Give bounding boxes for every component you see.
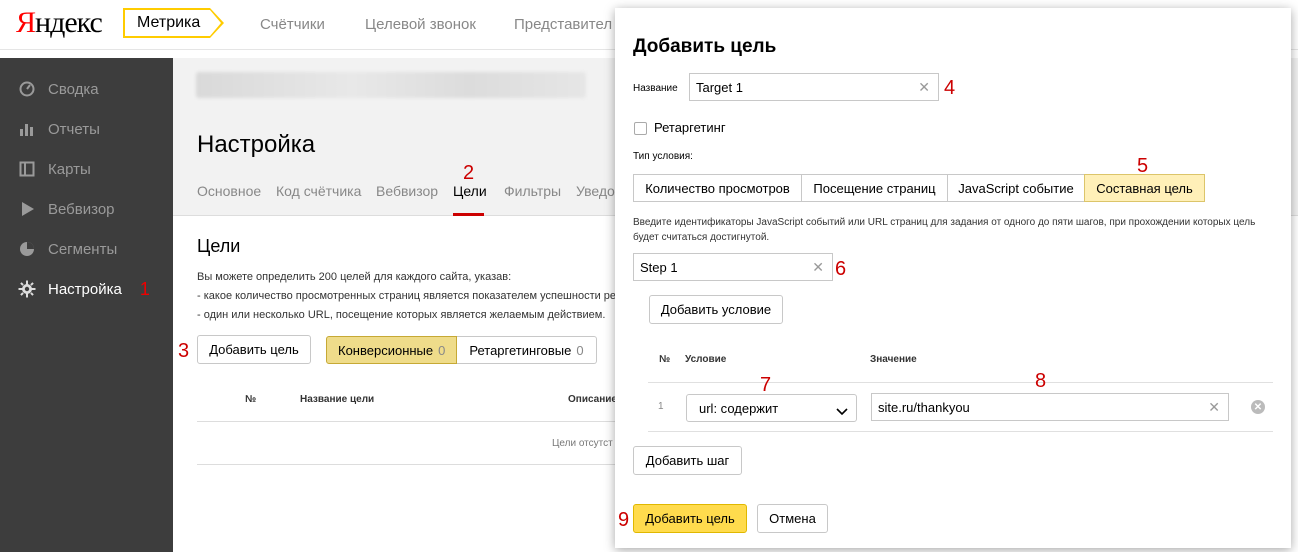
metrika-product-badge[interactable]: Метрика xyxy=(123,8,225,38)
condition-type-select[interactable]: url: содержит xyxy=(686,394,857,422)
retargeting-checkbox[interactable] xyxy=(634,122,647,135)
type-page-visit[interactable]: Посещение страниц xyxy=(801,174,948,202)
sidebar-item-segments[interactable]: Сегменты xyxy=(0,229,173,269)
condition-type-label: Тип условия: xyxy=(633,151,693,162)
pie-icon xyxy=(18,240,36,258)
clear-icon[interactable]: ✕ xyxy=(812,259,824,276)
row-divider xyxy=(648,431,1273,432)
cond-row-number: 1 xyxy=(658,401,664,412)
annotation-marker-1: 1 xyxy=(139,278,150,299)
sidebar-item-webvisor[interactable]: Вебвизор xyxy=(0,189,173,229)
sidebar-item-summary[interactable]: Сводка xyxy=(0,69,173,109)
sidebar: Сводка Отчеты Карты Вебвизор Сегменты На… xyxy=(0,58,173,552)
dialog-title: Добавить цель xyxy=(633,36,777,57)
cancel-button[interactable]: Отмена xyxy=(757,504,828,533)
bar-chart-icon xyxy=(18,120,36,138)
tab-notifications[interactable]: Уведо xyxy=(576,183,615,199)
gear-icon xyxy=(18,280,36,298)
annotation-marker-4: 4 xyxy=(944,77,956,99)
goals-table-header: № Название цели Описание xyxy=(197,381,617,422)
nav-target-call[interactable]: Целевой звонок xyxy=(365,16,476,33)
sidebar-item-label: Вебвизор xyxy=(48,200,115,218)
filter-label: Конверсионные xyxy=(338,342,434,358)
sidebar-item-label: Сегменты xyxy=(48,240,118,258)
goals-desc-line: - какое количество просмотренных страниц… xyxy=(197,290,628,302)
filter-count: 0 xyxy=(438,342,446,358)
goals-title: Цели xyxy=(197,236,241,256)
dashboard-icon xyxy=(18,80,36,98)
condition-value: site.ru/thankyou xyxy=(878,399,970,415)
type-js-event[interactable]: JavaScript событие xyxy=(947,174,1085,202)
annotation-marker-5: 5 xyxy=(1137,155,1149,177)
cond-column-number: № xyxy=(659,354,671,365)
composite-description: Введите идентификаторы JavaScript событи… xyxy=(633,217,1256,243)
type-composite[interactable]: Составная цель xyxy=(1084,174,1205,202)
logo-rest: ндекс xyxy=(35,6,103,39)
goal-name-input[interactable]: Target 1 ✕ xyxy=(689,73,939,101)
play-icon xyxy=(18,200,36,218)
sidebar-item-label: Отчеты xyxy=(48,120,100,138)
tab-filters[interactable]: Фильтры xyxy=(504,183,561,199)
clear-icon[interactable]: ✕ xyxy=(918,79,930,96)
sidebar-item-settings[interactable]: Настройка 1 xyxy=(0,269,173,309)
tab-goals[interactable]: Цели xyxy=(453,183,487,199)
nav-representatives[interactable]: Представител xyxy=(514,16,612,33)
type-pageviews[interactable]: Количество просмотров xyxy=(633,174,802,202)
goal-name-value: Target 1 xyxy=(696,79,743,95)
sidebar-item-label: Сводка xyxy=(48,80,99,98)
remove-condition-icon[interactable]: ✕ xyxy=(1251,400,1265,414)
add-goal-button[interactable]: Добавить цель xyxy=(197,335,311,364)
retargeting-label: Ретаргетинг xyxy=(654,120,726,135)
name-label: Название xyxy=(633,83,678,94)
cond-column-condition: Условие xyxy=(685,354,727,365)
annotation-marker-6: 6 xyxy=(835,258,847,280)
cond-column-value: Значение xyxy=(870,354,917,365)
add-condition-button[interactable]: Добавить условие xyxy=(649,295,783,324)
condition-value-input[interactable]: site.ru/thankyou ✕ xyxy=(871,393,1229,421)
add-step-button[interactable]: Добавить шаг xyxy=(633,446,742,475)
step-name-value: Step 1 xyxy=(640,259,678,275)
goals-empty-row: Цели отсутст xyxy=(197,422,615,465)
row-divider xyxy=(648,382,1273,383)
logo-first-letter: Я xyxy=(16,6,36,39)
goal-type-filter: Конверсионные 0 Ретаргетинговые 0 xyxy=(326,336,597,364)
yandex-logo[interactable]: Яндекс xyxy=(16,6,103,40)
chevron-down-icon xyxy=(836,404,848,419)
annotation-marker-3: 3 xyxy=(178,340,190,362)
tab-general[interactable]: Основное xyxy=(197,183,261,199)
goals-desc-line: Вы можете определить 200 целей для каждо… xyxy=(197,271,512,283)
column-number: № xyxy=(245,394,257,405)
nav-counters[interactable]: Счётчики xyxy=(260,16,325,33)
sidebar-item-maps[interactable]: Карты xyxy=(0,149,173,189)
clear-icon[interactable]: ✕ xyxy=(1208,399,1220,416)
tab-webvisor[interactable]: Вебвизор xyxy=(376,183,438,199)
goals-desc-line: - один или несколько URL, посещение кото… xyxy=(197,309,606,321)
annotation-marker-9: 9 xyxy=(618,509,630,531)
add-goal-dialog: Добавить цель Название Target 1 ✕ 4 Рета… xyxy=(615,8,1291,548)
sidebar-item-label: Настройка xyxy=(48,280,122,298)
active-tab-underline xyxy=(453,213,484,216)
annotation-marker-8: 8 xyxy=(1035,370,1047,392)
annotation-marker-2: 2 xyxy=(463,162,475,184)
sidebar-item-reports[interactable]: Отчеты xyxy=(0,109,173,149)
filter-count: 0 xyxy=(576,342,584,358)
filter-label: Ретаргетинговые xyxy=(469,342,572,358)
map-icon xyxy=(18,160,36,178)
page-title: Настройка xyxy=(197,131,316,158)
column-description: Описание xyxy=(568,394,617,405)
sidebar-item-label: Карты xyxy=(48,160,91,178)
empty-message: Цели отсутст xyxy=(552,438,613,449)
column-goal-name: Название цели xyxy=(300,394,375,405)
blurred-counter-name xyxy=(196,72,586,98)
submit-add-goal-button[interactable]: Добавить цель xyxy=(633,504,747,533)
condition-select-value: url: содержит xyxy=(699,400,779,416)
step-name-input[interactable]: Step 1 ✕ xyxy=(633,253,833,281)
tab-counter-code[interactable]: Код счётчика xyxy=(276,183,361,199)
goals-description: Вы можете определить 200 целей для каждо… xyxy=(197,268,627,325)
filter-retargeting[interactable]: Ретаргетинговые 0 xyxy=(457,336,597,364)
filter-conversion[interactable]: Конверсионные 0 xyxy=(326,336,458,364)
